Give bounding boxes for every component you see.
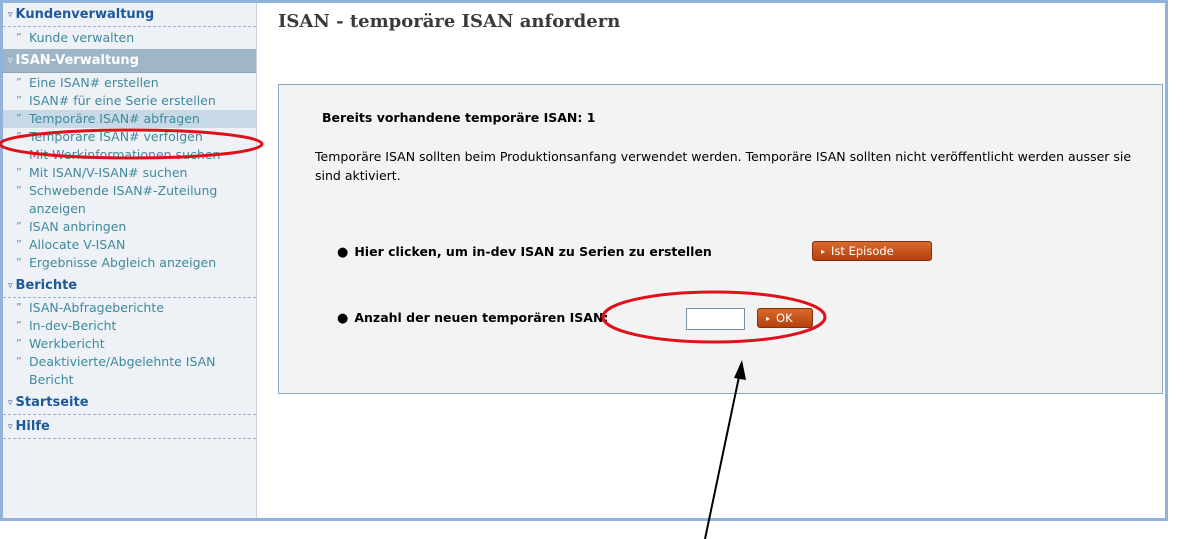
section-label: ISAN-Verwaltung — [15, 53, 139, 68]
item-bullet-icon: ” — [16, 76, 22, 89]
sidebar-item-eine-isan-erstellen[interactable]: ” Eine ISAN# erstellen — [3, 74, 256, 92]
item-bullet-icon: ” — [16, 130, 22, 143]
bullet-icon: ● — [337, 311, 349, 326]
ok-button[interactable]: ▸ OK — [757, 308, 813, 328]
sidebar-item-label: Ergebnisse Abgleich anzeigen — [29, 255, 217, 270]
item-bullet-icon: ” — [16, 112, 22, 125]
sidebar: ▿ Kundenverwaltung ” Kunde verwalten ▿ ISAN… — [3, 3, 257, 518]
indev-label: Hier clicken, um in-dev ISAN zu Serien z… — [354, 244, 712, 259]
collapse-arrow-icon: ▿ — [8, 56, 13, 66]
sidebar-item-label: Deaktivierte/Abgelehnte ISAN Bericht — [29, 354, 216, 387]
sidebar-item-label: Mit ISAN/V-ISAN# suchen — [29, 165, 188, 180]
sidebar-item-label: In-dev-Bericht — [29, 318, 117, 333]
ok-label: OK — [776, 311, 793, 325]
item-bullet-icon: ” — [16, 337, 22, 350]
sidebar-item-label: Mit Werkinformationen suchen — [29, 147, 221, 162]
sidebar-item-temporaere-isan-verfolgen[interactable]: ” Temporäre ISAN# verfolgen — [3, 128, 256, 146]
play-arrow-icon: ▸ — [821, 247, 826, 256]
sidebar-item-schwebende-zuteilung[interactable]: ” Schwebende ISAN#-Zuteilung anzeigen — [3, 182, 256, 218]
sidebar-item-allocate-v-isan[interactable]: ” Allocate V-ISAN — [3, 236, 256, 254]
item-bullet-icon: ” — [16, 184, 22, 197]
count-label: Anzahl der neuen temporären ISAN: — [354, 310, 609, 325]
section-items: ” ISAN-Abfrageberichte ” In-dev-Bericht ” W… — [3, 298, 256, 391]
page-title: ISAN - temporäre ISAN anfordern — [278, 11, 621, 32]
section-label: Hilfe — [15, 419, 50, 434]
sidebar-item-in-dev-bericht[interactable]: ” In-dev-Bericht — [3, 317, 256, 335]
collapse-arrow-icon: ▿ — [8, 422, 13, 432]
item-bullet-icon: ” — [16, 166, 22, 179]
section-kundenverwaltung[interactable]: ▿ Kundenverwaltung — [3, 3, 256, 27]
item-bullet-icon: ” — [16, 94, 22, 107]
sidebar-item-label: ISAN anbringen — [29, 219, 127, 234]
item-bullet-icon: ” — [16, 355, 22, 368]
sidebar-item-werkbericht[interactable]: ” Werkbericht — [3, 335, 256, 353]
sidebar-item-label: Eine ISAN# erstellen — [29, 75, 159, 90]
section-isan-verwaltung[interactable]: ▿ ISAN-Verwaltung — [3, 49, 256, 73]
sidebar-item-deaktivierte-bericht[interactable]: ” Deaktivierte/Abgelehnte ISAN Bericht — [3, 353, 256, 389]
section-items: ” Eine ISAN# erstellen ” ISAN# für eine Se… — [3, 73, 256, 274]
indev-row: ● Hier clicken, um in-dev ISAN zu Serien … — [337, 244, 712, 260]
sidebar-item-label: Allocate V-ISAN — [29, 237, 126, 252]
section-label: Kundenverwaltung — [15, 7, 155, 22]
section-hilfe[interactable]: ▿ Hilfe — [3, 415, 256, 439]
sidebar-item-label: Temporäre ISAN# abfragen — [29, 111, 200, 126]
sidebar-item-ergebnisse-abgleich[interactable]: ” Ergebnisse Abgleich anzeigen — [3, 254, 256, 272]
existing-isan-count: Bereits vorhandene temporäre ISAN: 1 — [322, 110, 596, 125]
sidebar-item-label: Kunde verwalten — [29, 30, 135, 45]
main-content: ISAN - temporäre ISAN anfordern Bereits … — [258, 3, 1165, 518]
ist-episode-label: Ist Episode — [831, 244, 894, 258]
collapse-arrow-icon: ▿ — [8, 281, 13, 291]
section-startseite[interactable]: ▿ Startseite — [3, 391, 256, 415]
sidebar-item-label: ISAN# für eine Serie erstellen — [29, 93, 216, 108]
section-items: ” Kunde verwalten — [3, 27, 256, 49]
item-bullet-icon: ” — [16, 220, 22, 233]
sidebar-item-label: Temporäre ISAN# verfolgen — [29, 129, 203, 144]
ist-episode-button[interactable]: ▸ Ist Episode — [812, 241, 932, 261]
isan-count-input[interactable] — [686, 308, 745, 330]
sidebar-item-isan-serie-erstellen[interactable]: ” ISAN# für eine Serie erstellen — [3, 92, 256, 110]
sidebar-item-temporaere-isan-abfragen[interactable]: ” Temporäre ISAN# abfragen — [3, 110, 256, 128]
collapse-arrow-icon: ▿ — [8, 10, 13, 20]
sidebar-item-mit-werkinformationen-suchen[interactable]: ” Mit Werkinformationen suchen — [3, 146, 256, 164]
count-row: ● Anzahl der neuen temporären ISAN: — [337, 310, 608, 326]
item-bullet-icon: ” — [16, 301, 22, 314]
sidebar-item-isan-abfrageberichte[interactable]: ” ISAN-Abfrageberichte — [3, 299, 256, 317]
info-text: Temporäre ISAN sollten beim Produktionsa… — [315, 149, 1132, 183]
bullet-icon: ● — [337, 245, 349, 260]
sidebar-item-label: Werkbericht — [29, 336, 105, 351]
section-label: Berichte — [15, 278, 78, 293]
sidebar-item-label: ISAN-Abfrageberichte — [29, 300, 164, 315]
sidebar-item-label: Schwebende ISAN#-Zuteilung anzeigen — [29, 183, 218, 216]
request-panel: Bereits vorhandene temporäre ISAN: 1 Tem… — [278, 84, 1163, 394]
sidebar-item-kunde-verwalten[interactable]: ” Kunde verwalten — [3, 29, 256, 47]
section-label: Startseite — [15, 395, 89, 410]
collapse-arrow-icon: ▿ — [8, 398, 13, 408]
section-berichte[interactable]: ▿ Berichte — [3, 274, 256, 298]
item-bullet-icon: ” — [16, 319, 22, 332]
item-bullet-icon: ” — [16, 238, 22, 251]
sidebar-item-mit-isan-v-isan-suchen[interactable]: ” Mit ISAN/V-ISAN# suchen — [3, 164, 256, 182]
item-bullet-icon: ” — [16, 31, 22, 44]
sidebar-item-isan-anbringen[interactable]: ” ISAN anbringen — [3, 218, 256, 236]
item-bullet-icon: ” — [16, 148, 22, 161]
play-arrow-icon: ▸ — [766, 314, 771, 323]
item-bullet-icon: ” — [16, 256, 22, 269]
